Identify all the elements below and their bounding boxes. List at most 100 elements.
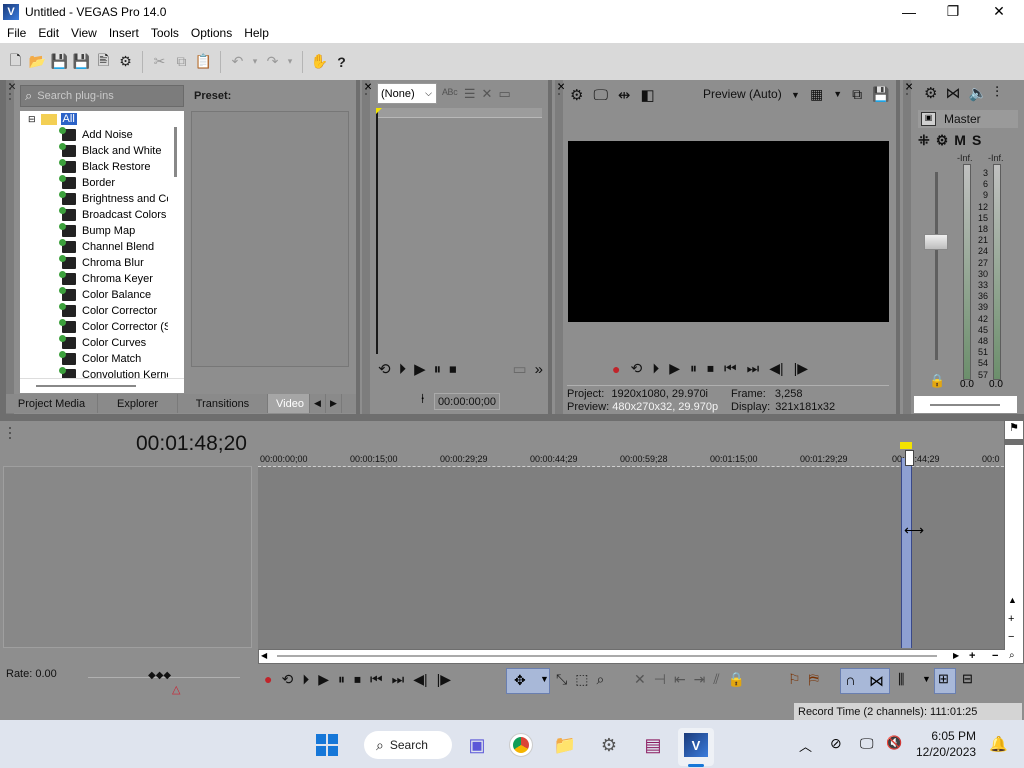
go-to-start-icon[interactable]: ⏮: [370, 671, 383, 688]
teams-icon[interactable]: ▣: [465, 733, 489, 757]
track-header-area[interactable]: [3, 466, 252, 648]
plugin-item[interactable]: Color Curves: [20, 335, 184, 351]
tab-video-fx[interactable]: Video: [268, 394, 310, 413]
plugin-item[interactable]: Black Restore: [20, 159, 184, 175]
stop-icon[interactable]: ⏹: [449, 361, 457, 378]
more-icon[interactable]: »: [535, 361, 543, 378]
tab-transitions[interactable]: Transitions: [178, 394, 268, 413]
plugin-manager-icon[interactable]: ✋: [310, 52, 329, 71]
menu-tools[interactable]: Tools: [144, 26, 184, 40]
downmix-icon[interactable]: ⋈: [945, 84, 960, 102]
pane-grip[interactable]: [6, 424, 14, 454]
help-icon[interactable]: ?: [332, 52, 351, 71]
plugin-item[interactable]: Color Corrector (S: [20, 319, 184, 335]
pane-close-icon[interactable]: ✕: [364, 82, 372, 93]
next-frame-icon[interactable]: |▶: [794, 360, 808, 377]
pane-grip[interactable]: [903, 80, 911, 414]
pause-icon[interactable]: ⏸: [690, 360, 697, 377]
redo-icon[interactable]: ↷: [263, 52, 282, 71]
zoom-tool-icon[interactable]: ⌕: [596, 671, 604, 688]
pause-icon[interactable]: ⏸: [434, 361, 442, 378]
file-explorer-icon[interactable]: 📁: [553, 733, 577, 757]
rate-slider-handle-icon[interactable]: ◆◆◆: [148, 670, 171, 681]
plugin-tree-vscroll[interactable]: [168, 111, 184, 381]
timeline-vscroll[interactable]: ▲ + −: [1005, 445, 1023, 650]
tree-root[interactable]: ⊟ All: [20, 111, 184, 127]
previous-frame-icon[interactable]: ◀|: [413, 671, 427, 688]
chevron-down-icon[interactable]: ▼: [833, 89, 842, 103]
properties-icon[interactable]: ⚙: [116, 52, 135, 71]
external-monitor-icon[interactable]: 🖵: [593, 87, 607, 104]
auto-crossfade-icon[interactable]: ⋈: [869, 672, 884, 690]
delete-icon[interactable]: ✕: [634, 671, 646, 688]
winrar-icon[interactable]: ▤: [641, 733, 665, 757]
menu-insert[interactable]: Insert: [102, 26, 144, 40]
split-icon[interactable]: ⫽: [713, 671, 719, 688]
chevron-down-icon[interactable]: ▼: [540, 674, 549, 684]
ripple-edit-icon[interactable]: ⫼: [898, 671, 904, 688]
trimmer-timeline[interactable]: [376, 108, 542, 354]
paste-icon[interactable]: 📋: [194, 52, 213, 71]
cut-icon[interactable]: ✂: [150, 52, 169, 71]
plugin-item[interactable]: Bump Map: [20, 223, 184, 239]
taskbar-search[interactable]: ⌕ Search: [364, 731, 452, 759]
scroll-left-icon[interactable]: ◀: [261, 651, 267, 660]
grid-icon[interactable]: ▦: [810, 86, 823, 103]
insert-region-icon[interactable]: ⛿: [809, 671, 819, 688]
split-screen-icon[interactable]: ⇹: [618, 86, 631, 104]
pane-close-icon[interactable]: ✕: [557, 82, 565, 93]
pane-grip[interactable]: [555, 80, 563, 414]
go-to-start-icon[interactable]: ⏮: [724, 360, 737, 377]
preview-quality-dropdown[interactable]: Preview (Auto) ▼: [703, 87, 800, 101]
rate-reset-icon[interactable]: △: [172, 683, 180, 696]
plugin-item[interactable]: Chroma Keyer: [20, 271, 184, 287]
mixer-faders-icon[interactable]: ⫶: [995, 84, 999, 102]
pane-close-icon[interactable]: ✕: [905, 82, 913, 93]
taskbar-clock[interactable]: 6:05 PM 12/20/2023: [916, 728, 976, 760]
pause-icon[interactable]: ⏸: [338, 671, 345, 688]
plugin-item[interactable]: Add Noise: [20, 127, 184, 143]
search-input[interactable]: ⌕ Search plug-ins: [20, 85, 184, 107]
go-to-end-icon[interactable]: ⏭: [392, 671, 405, 688]
undo-dropdown-icon[interactable]: ▾: [250, 52, 260, 71]
chrome-icon[interactable]: [509, 733, 533, 757]
insert-fx-icon[interactable]: ⁜: [918, 132, 930, 149]
copy-snapshot-icon[interactable]: ⧉: [852, 86, 862, 103]
display-icon[interactable]: 🖵: [860, 735, 874, 752]
stop-icon[interactable]: ⏹: [707, 360, 714, 377]
selection-tool-icon[interactable]: ⬚: [575, 671, 588, 688]
play-from-start-icon[interactable]: ⏵: [652, 360, 659, 377]
zoom-in-icon[interactable]: +: [1008, 613, 1014, 625]
marker-bar[interactable]: [258, 421, 1004, 445]
mute-button[interactable]: M: [954, 132, 966, 149]
plugin-item[interactable]: Channel Blend: [20, 239, 184, 255]
render-icon[interactable]: 🖹: [94, 52, 113, 71]
copy-icon[interactable]: ⧉: [172, 52, 191, 71]
tab-scroll-left-icon[interactable]: ◀: [310, 394, 326, 413]
plugin-item[interactable]: Color Corrector: [20, 303, 184, 319]
trim-end-icon[interactable]: ⇥: [694, 671, 706, 688]
insert-marker-icon[interactable]: ⚐: [788, 671, 801, 688]
play-icon[interactable]: ▶: [318, 671, 329, 688]
loop-icon[interactable]: ⟲: [630, 360, 642, 377]
hscroll-thumb[interactable]: [277, 655, 937, 657]
preset-list[interactable]: [191, 111, 349, 367]
timeline-selection[interactable]: [901, 458, 912, 648]
zoom-out-icon[interactable]: −: [1008, 631, 1014, 643]
timeline-track-area[interactable]: [258, 467, 1004, 649]
add-to-timeline-icon[interactable]: ▭: [512, 360, 526, 378]
timeline-ruler[interactable]: 00:00:00;00 00:00:15;00 00:00:29;29 00:0…: [258, 445, 1004, 467]
lock-icon[interactable]: 🔒: [929, 373, 945, 389]
pane-grip[interactable]: [6, 80, 14, 414]
collapse-icon[interactable]: ⊟: [28, 114, 36, 125]
record-icon[interactable]: ●: [264, 671, 272, 688]
new-file-icon[interactable]: 🗋: [6, 52, 25, 71]
notification-bell-icon[interactable]: 🔔: [989, 735, 1008, 753]
start-icon[interactable]: [316, 734, 338, 756]
settings-icon[interactable]: ⚙: [597, 733, 621, 757]
tray-chevron-up-icon[interactable]: ︿: [799, 736, 812, 755]
timeline-marker-icon[interactable]: ⚑: [1005, 421, 1023, 439]
open-folder-icon[interactable]: 📂: [28, 52, 47, 71]
menu-help[interactable]: Help: [237, 26, 274, 40]
zoom-out-icon[interactable]: −: [992, 650, 998, 662]
